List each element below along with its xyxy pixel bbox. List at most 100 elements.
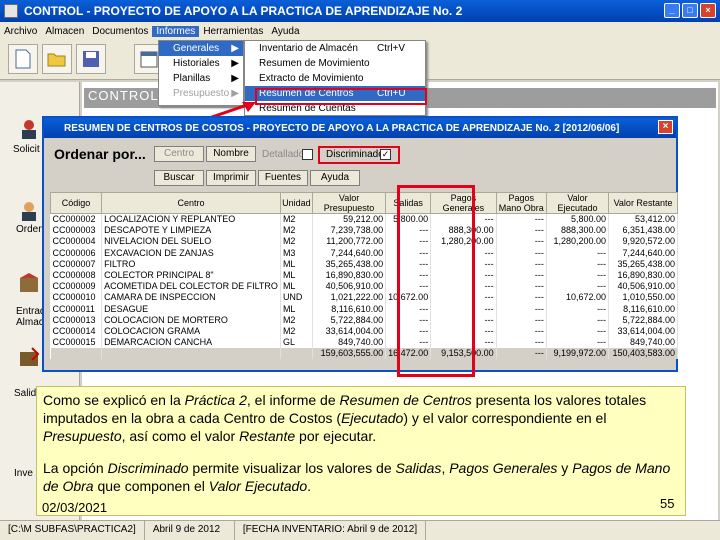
submenu-arrow-icon: ▶	[231, 88, 239, 99]
cell-unidad: M2	[280, 314, 313, 326]
menu-documentos[interactable]: Documentos	[88, 26, 152, 37]
submenu-extracto-movimiento[interactable]: Extracto de Movimiento	[245, 71, 425, 86]
fuentes-button[interactable]: Fuentes	[258, 170, 308, 186]
menu-generales[interactable]: Generales ▶	[159, 41, 243, 56]
cell-codigo: CC000006	[50, 247, 103, 259]
cell-unidad: M3	[280, 247, 313, 259]
new-document-button[interactable]	[8, 44, 38, 74]
cell-valor-ejecutado: ---	[546, 258, 610, 270]
cell-pagos-mano-obra: ---	[496, 336, 547, 348]
cell-valor-ejecutado: ---	[546, 314, 610, 326]
imprimir-button[interactable]: Imprimir	[206, 170, 256, 186]
totals-row: 159,603,555.00 16,472.00 9,153,500.00 --- 9,…	[50, 347, 678, 359]
menu-informes[interactable]: Informes	[152, 25, 200, 37]
cell-valor-ejecutado: ---	[546, 325, 610, 337]
cell-pagos-mano-obra: ---	[496, 280, 547, 292]
open-folder-button[interactable]	[42, 44, 72, 74]
cell-valor-restante: 33,614,004.00	[608, 325, 678, 337]
table-row[interactable]: CC000011 DESAGUE ML 8,116,610.00 --- --- --- --…	[50, 303, 678, 315]
cell-valor-restante: 8,116,610.00	[608, 303, 678, 315]
submenu-resumen-movimiento[interactable]: Resumen de Movimiento	[245, 56, 425, 71]
cell-unidad: M2	[280, 325, 313, 337]
col-valor-ejecutado[interactable]: Valor Ejecutado	[545, 192, 610, 214]
cell-valor-ejecutado: 888,300.00	[546, 224, 610, 236]
cell-valor-restante: 6,351,438.00	[608, 224, 678, 236]
detallado-label: Detallado	[262, 149, 305, 160]
total-pagos-mano-obra: ---	[496, 347, 547, 359]
open-folder-icon	[47, 53, 66, 67]
cell-unidad: ML	[280, 258, 313, 270]
table-row[interactable]: CC000013 COLOCACION DE MORTERO M2 5,722,884…	[50, 314, 678, 326]
cell-pagos-mano-obra: ---	[496, 314, 547, 326]
cell-valor-ejecutado: 5,800.00	[546, 213, 610, 225]
table-row[interactable]: CC000010 CAMARA DE INSPECCION UND 1,021,222…	[50, 291, 678, 303]
cell-valor-presupuesto: 35,265,438.00	[312, 258, 387, 270]
ayuda-button[interactable]: Ayuda	[310, 170, 360, 186]
cell-valor-presupuesto: 7,239,738.00	[312, 224, 387, 236]
menu-almacen[interactable]: Almacen	[41, 26, 88, 37]
cell-valor-restante: 1,010,550.00	[608, 291, 678, 303]
pagos-generales-highlight	[397, 185, 475, 377]
cell-valor-presupuesto: 8,116,610.00	[312, 303, 387, 315]
submenu-inventario-almacen[interactable]: Inventario de Almacén Ctrl+V	[245, 41, 425, 56]
ordenar-label: Ordenar por...	[54, 146, 146, 162]
cell-codigo: CC000013	[50, 314, 103, 326]
table-row[interactable]: CC000015 DEMARCACION CANCHA GL 849,740.00 --…	[50, 336, 678, 348]
menu-presupuesto[interactable]: Presupuesto ▶	[159, 86, 243, 101]
sort-centro-button[interactable]: Centro	[154, 146, 204, 162]
cell-pagos-mano-obra: ---	[496, 247, 547, 259]
cell-unidad: UND	[280, 291, 313, 303]
menu-planillas[interactable]: Planillas ▶	[159, 71, 243, 86]
cell-centro: COLECTOR PRINCIPAL 8"	[101, 269, 281, 281]
callout-paragraph-2: La opción Discriminado permite visualiza…	[43, 460, 671, 494]
menu-historiales[interactable]: Historiales ▶	[159, 56, 243, 71]
col-unidad[interactable]: Unidad	[279, 192, 313, 214]
menu-archivo[interactable]: Archivo	[0, 26, 41, 37]
col-codigo[interactable]: Código	[49, 192, 103, 214]
col-pagos-mano-obra[interactable]: Pagos Mano Obra	[495, 192, 547, 214]
table-row[interactable]: CC000014 COLOCACION GRAMA M2 33,614,004.00-…	[50, 325, 678, 337]
cell-valor-ejecutado: ---	[546, 247, 610, 259]
cell-valor-ejecutado: ---	[546, 280, 610, 292]
total-codigo	[50, 347, 103, 359]
cell-centro: CAMARA DE INSPECCION	[101, 291, 281, 303]
menu-ayuda[interactable]: Ayuda	[267, 26, 303, 37]
col-valor-restante[interactable]: Valor Restante	[608, 192, 678, 214]
table-row[interactable]: CC000008 COLECTOR PRINCIPAL 8" ML 16,890,83…	[50, 269, 678, 281]
detallado-checkbox[interactable]	[302, 149, 313, 160]
cell-valor-restante: 40,506,910.00	[608, 280, 678, 292]
purchase-order-icon	[22, 202, 36, 221]
cell-codigo: CC000014	[50, 325, 103, 337]
cell-centro: ACOMETIDA DEL COLECTOR DE FILTRO	[101, 280, 281, 292]
cell-valor-presupuesto: 7,244,640.00	[312, 247, 387, 259]
cell-pagos-mano-obra: ---	[496, 325, 547, 337]
col-valor-presupuesto[interactable]: Valor Presupuesto	[311, 192, 387, 214]
cell-unidad: ML	[280, 269, 313, 281]
maximize-button[interactable]: □	[682, 3, 698, 18]
status-bar: [C:\M SUBFAS\PRACTICA2] Abril 9 de 2012 …	[0, 520, 720, 540]
table-row[interactable]: CC000006 EXCAVACION DE ZANJAS M3 7,244,640.…	[50, 247, 678, 259]
col-centro[interactable]: Centro	[101, 192, 281, 214]
dialog-close-button[interactable]: ×	[658, 120, 673, 134]
table-row[interactable]: CC000004 NIVELACION DEL SUELO M2 11,200,772…	[50, 235, 678, 248]
sort-nombre-button[interactable]: Nombre	[206, 146, 256, 162]
cell-unidad: M2	[280, 224, 313, 236]
cell-codigo: CC000015	[50, 336, 103, 348]
buscar-button[interactable]: Buscar	[154, 170, 204, 186]
cell-pagos-mano-obra: ---	[496, 235, 547, 248]
cell-valor-restante: 16,890,830.00	[608, 269, 678, 281]
cell-valor-restante: 9,920,572.00	[608, 235, 678, 248]
table-row[interactable]: CC000002 LOCALIZACION Y REPLANTEO M2 59,212…	[50, 213, 678, 225]
save-button[interactable]	[76, 44, 106, 74]
total-unidad	[280, 347, 313, 359]
warehouse-entry-icon	[20, 273, 38, 292]
minimize-button[interactable]: _	[664, 3, 680, 18]
resumen-centros-highlight	[255, 88, 427, 105]
table-row[interactable]: CC000003 DESCAPOTE Y LIMPIEZA M2 7,239,738.…	[50, 224, 678, 236]
table-row[interactable]: CC000009 ACOMETIDA DEL COLECTOR DE FILTRO…	[50, 280, 678, 292]
cell-pagos-mano-obra: ---	[496, 269, 547, 281]
close-button[interactable]: ×	[700, 3, 716, 18]
table-row[interactable]: CC000007 FILTRO ML 35,265,438.00 --- --- --- --…	[50, 258, 678, 270]
menu-herramientas[interactable]: Herramientas	[199, 26, 267, 37]
new-document-icon	[15, 49, 31, 69]
